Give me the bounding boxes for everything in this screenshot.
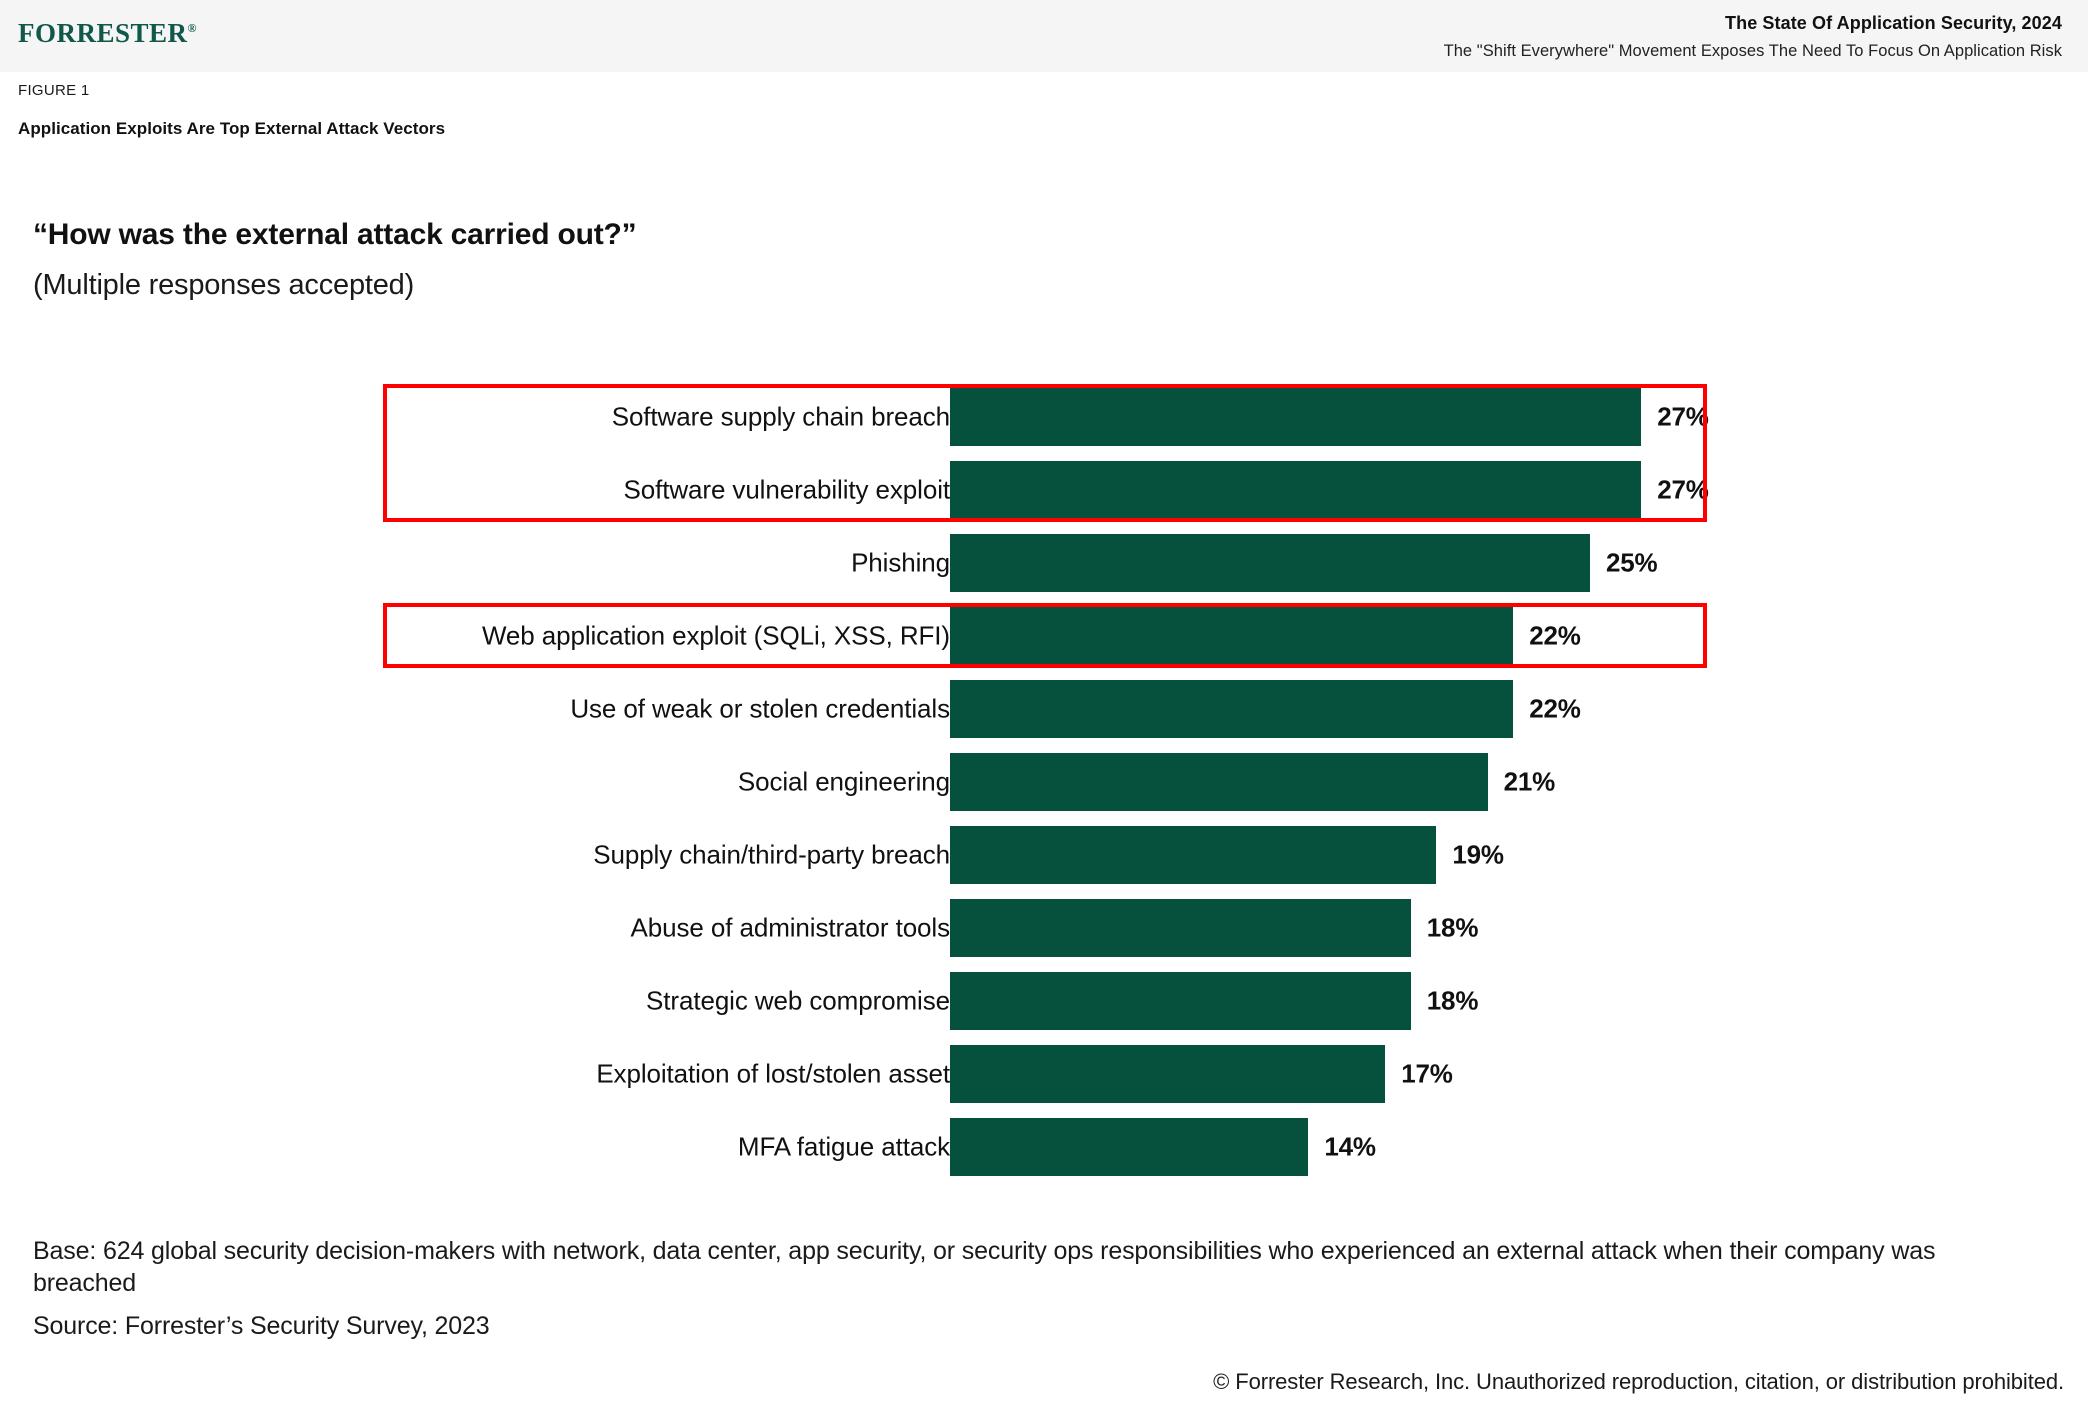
- bar-category-label: Phishing: [851, 547, 950, 577]
- bar-track: [950, 1044, 1386, 1103]
- bar-track: [950, 752, 1488, 811]
- source-note: Source: Forrester’s Security Survey, 202…: [33, 1312, 490, 1340]
- bar-fill: [950, 606, 1514, 665]
- bar-row: Exploitation of lost/stolen asset 17%: [0, 1037, 2088, 1110]
- bar-track: [950, 387, 1642, 446]
- bar-category-label: Strategic web compromise: [646, 985, 950, 1015]
- header-report-info: The State Of Application Security, 2024 …: [1444, 10, 2062, 64]
- bar-track: [950, 971, 1411, 1030]
- report-title: The State Of Application Security, 2024: [1725, 13, 2062, 33]
- bar-value-label: 14%: [1324, 1131, 1376, 1161]
- bar-category-label: Software vulnerability exploit: [623, 474, 951, 504]
- bar-category-label: Abuse of administrator tools: [630, 912, 951, 942]
- bar-category-label: Web application exploit (SQLi, XSS, RFI): [481, 620, 950, 650]
- bar-track: [950, 606, 1514, 665]
- bar-chart: Software supply chain breach 27% Software …: [0, 380, 2088, 1190]
- bar-value-label: 19%: [1452, 839, 1504, 869]
- report-subtitle: The "Shift Everywhere" Movement Exposes …: [1443, 42, 2062, 61]
- bar-fill: [950, 752, 1488, 811]
- bar-fill: [950, 898, 1411, 957]
- bar-row: Software vulnerability exploit 27%: [0, 453, 2088, 526]
- bar-row: Web application exploit (SQLi, XSS, RFI)…: [0, 599, 2088, 672]
- bar-value-label: 25%: [1606, 547, 1658, 577]
- bar-value-label: 27%: [1657, 474, 1709, 504]
- bar-row: Supply chain/third-party breach 19%: [0, 818, 2088, 891]
- forrester-logo: FORRESTER®: [18, 20, 197, 47]
- base-note: Base: 624 global security decision-maker…: [33, 1237, 1936, 1297]
- bar-value-label: 17%: [1401, 1058, 1453, 1088]
- registered-trademark-icon: ®: [187, 21, 198, 35]
- bar-value-label: 22%: [1529, 620, 1581, 650]
- figure-label: FIGURE 1: [18, 82, 90, 99]
- bar-track: [950, 533, 1590, 592]
- bar-category-label: Social engineering: [737, 766, 950, 796]
- bar-value-label: 21%: [1503, 766, 1556, 796]
- bar-row: Phishing 25%: [0, 526, 2088, 599]
- bar-row: Software supply chain breach 27%: [0, 380, 2088, 453]
- bar-fill: [950, 679, 1514, 738]
- bar-track: [950, 898, 1411, 957]
- bar-category-label: Exploitation of lost/stolen asset: [596, 1058, 950, 1088]
- bar-category-label: Software supply chain breach: [611, 401, 950, 431]
- bar-row: Social engineering 21%: [0, 745, 2088, 818]
- bar-track: [950, 460, 1642, 519]
- bar-fill: [950, 971, 1411, 1030]
- bar-row: Use of weak or stolen credentials 22%: [0, 672, 2088, 745]
- bar-value-label: 18%: [1426, 985, 1479, 1015]
- bar-category-label: MFA fatigue attack: [737, 1131, 950, 1161]
- chart-subtitle: (Multiple responses accepted): [33, 269, 415, 301]
- bar-row: Abuse of administrator tools 18%: [0, 891, 2088, 964]
- bar-value-label: 27%: [1657, 401, 1709, 431]
- bar-value-label: 22%: [1529, 693, 1581, 723]
- bar-category-label: Use of weak or stolen credentials: [570, 693, 950, 723]
- bar-track: [950, 1117, 1309, 1176]
- bar-row: MFA fatigue attack 14%: [0, 1110, 2088, 1183]
- bar-fill: [950, 460, 1642, 519]
- bar-fill: [950, 825, 1437, 884]
- bar-track: [950, 825, 1437, 884]
- bar-row: Strategic web compromise 18%: [0, 964, 2088, 1037]
- bar-fill: [950, 533, 1590, 592]
- forrester-logo-text: FORRESTER: [18, 18, 188, 48]
- copyright-notice: © Forrester Research, Inc. Unauthorized …: [1213, 1369, 2064, 1394]
- bar-fill: [950, 1117, 1309, 1176]
- bar-value-label: 18%: [1426, 912, 1479, 942]
- bar-track: [950, 679, 1514, 738]
- bar-category-label: Supply chain/third-party breach: [593, 839, 950, 869]
- bar-fill: [950, 1044, 1386, 1103]
- figure-title: Application Exploits Are Top External At…: [18, 119, 446, 138]
- chart-question: “How was the external attack carried out…: [33, 218, 637, 251]
- bar-fill: [950, 387, 1642, 446]
